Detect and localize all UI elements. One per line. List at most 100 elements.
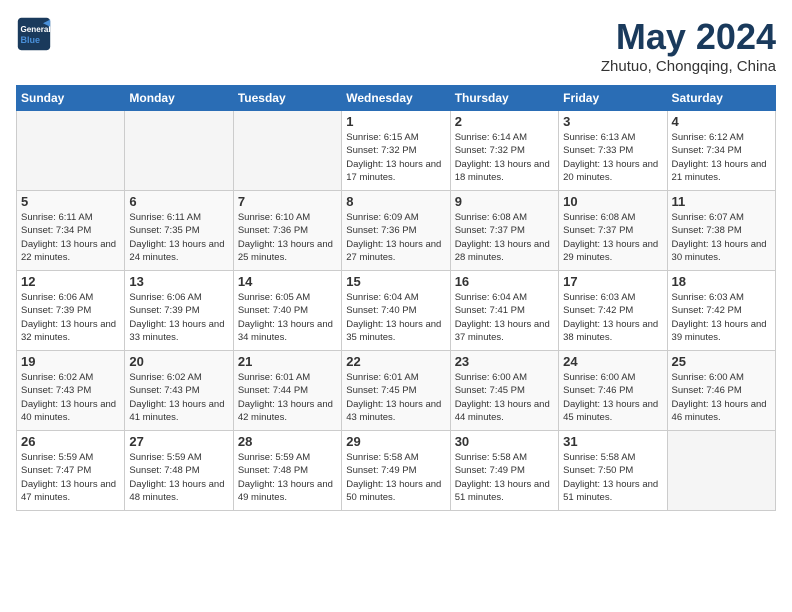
calendar-cell: 23Sunrise: 6:00 AMSunset: 7:45 PMDayligh… bbox=[450, 351, 558, 431]
day-info: Sunrise: 6:07 AMSunset: 7:38 PMDaylight:… bbox=[672, 211, 771, 264]
day-info: Sunrise: 6:05 AMSunset: 7:40 PMDaylight:… bbox=[238, 291, 337, 344]
day-info: Sunrise: 6:06 AMSunset: 7:39 PMDaylight:… bbox=[21, 291, 120, 344]
weekday-header: Thursday bbox=[450, 86, 558, 111]
calendar-cell: 15Sunrise: 6:04 AMSunset: 7:40 PMDayligh… bbox=[342, 271, 450, 351]
day-number: 2 bbox=[455, 114, 554, 129]
calendar-cell bbox=[17, 111, 125, 191]
day-number: 27 bbox=[129, 434, 228, 449]
logo-icon: General Blue bbox=[16, 16, 52, 52]
day-number: 17 bbox=[563, 274, 662, 289]
weekday-header: Saturday bbox=[667, 86, 775, 111]
calendar-cell: 17 Sunrise: 6:03 AMSunset: 7:42 PMDayligh… bbox=[559, 271, 667, 351]
calendar-cell: 14 Sunrise: 6:05 AMSunset: 7:40 PMDayligh… bbox=[233, 271, 341, 351]
day-info: Sunrise: 6:00 AMSunset: 7:46 PMDaylight:… bbox=[563, 371, 662, 424]
calendar-cell: 5Sunrise: 6:11 AMSunset: 7:34 PMDaylight… bbox=[17, 191, 125, 271]
day-info: Sunrise: 5:59 AMSunset: 7:48 PMDaylight:… bbox=[129, 451, 228, 504]
day-number: 19 bbox=[21, 354, 120, 369]
day-info: Sunrise: 6:04 AMSunset: 7:41 PMDaylight:… bbox=[455, 291, 554, 344]
calendar-cell: 31 Sunrise: 5:58 AMSunset: 7:50 PMDayligh… bbox=[559, 431, 667, 511]
day-number: 25 bbox=[672, 354, 771, 369]
calendar-cell: 4 Sunrise: 6:12 AMSunset: 7:34 PMDaylight… bbox=[667, 111, 775, 191]
day-info: Sunrise: 6:11 AMSunset: 7:35 PMDaylight:… bbox=[129, 211, 228, 264]
calendar-cell: 24 Sunrise: 6:00 AMSunset: 7:46 PMDayligh… bbox=[559, 351, 667, 431]
day-info: Sunrise: 6:01 AMSunset: 7:45 PMDaylight:… bbox=[346, 371, 445, 424]
calendar-cell: 10 Sunrise: 6:08 AMSunset: 7:37 PMDayligh… bbox=[559, 191, 667, 271]
calendar-cell: 6 Sunrise: 6:11 AMSunset: 7:35 PMDaylight… bbox=[125, 191, 233, 271]
title-block: May 2024 Zhutuo, Chongqing, China bbox=[601, 16, 776, 75]
day-info: Sunrise: 6:03 AMSunset: 7:42 PMDaylight:… bbox=[563, 291, 662, 344]
day-number: 4 bbox=[672, 114, 771, 129]
day-number: 29 bbox=[346, 434, 445, 449]
day-number: 28 bbox=[238, 434, 337, 449]
day-info: Sunrise: 6:10 AMSunset: 7:36 PMDaylight:… bbox=[238, 211, 337, 264]
day-number: 16 bbox=[455, 274, 554, 289]
day-number: 20 bbox=[129, 354, 228, 369]
calendar-table: SundayMondayTuesdayWednesdayThursdayFrid… bbox=[16, 85, 776, 511]
day-info: Sunrise: 5:59 AMSunset: 7:47 PMDaylight:… bbox=[21, 451, 120, 504]
day-info: Sunrise: 5:58 AMSunset: 7:50 PMDaylight:… bbox=[563, 451, 662, 504]
day-number: 21 bbox=[238, 354, 337, 369]
calendar-cell bbox=[125, 111, 233, 191]
calendar-cell bbox=[233, 111, 341, 191]
day-number: 18 bbox=[672, 274, 771, 289]
day-info: Sunrise: 6:04 AMSunset: 7:40 PMDaylight:… bbox=[346, 291, 445, 344]
weekday-header: Tuesday bbox=[233, 86, 341, 111]
day-number: 22 bbox=[346, 354, 445, 369]
day-info: Sunrise: 5:59 AMSunset: 7:48 PMDaylight:… bbox=[238, 451, 337, 504]
day-info: Sunrise: 6:12 AMSunset: 7:34 PMDaylight:… bbox=[672, 131, 771, 184]
calendar-cell: 12 Sunrise: 6:06 AMSunset: 7:39 PMDayligh… bbox=[17, 271, 125, 351]
svg-text:General: General bbox=[21, 25, 51, 34]
day-info: Sunrise: 6:00 AMSunset: 7:46 PMDaylight:… bbox=[672, 371, 771, 424]
day-info: Sunrise: 6:01 AMSunset: 7:44 PMDaylight:… bbox=[238, 371, 337, 424]
day-number: 6 bbox=[129, 194, 228, 209]
calendar-cell: 22 Sunrise: 6:01 AMSunset: 7:45 PMDayligh… bbox=[342, 351, 450, 431]
calendar-cell: 13Sunrise: 6:06 AMSunset: 7:39 PMDayligh… bbox=[125, 271, 233, 351]
weekday-header: Sunday bbox=[17, 86, 125, 111]
day-info: Sunrise: 6:03 AMSunset: 7:42 PMDaylight:… bbox=[672, 291, 771, 344]
calendar-cell: 20 Sunrise: 6:02 AMSunset: 7:43 PMDayligh… bbox=[125, 351, 233, 431]
weekday-header: Friday bbox=[559, 86, 667, 111]
calendar-cell: 8 Sunrise: 6:09 AMSunset: 7:36 PMDaylight… bbox=[342, 191, 450, 271]
day-number: 8 bbox=[346, 194, 445, 209]
calendar-cell: 27 Sunrise: 5:59 AMSunset: 7:48 PMDayligh… bbox=[125, 431, 233, 511]
day-number: 9 bbox=[455, 194, 554, 209]
svg-text:Blue: Blue bbox=[21, 35, 41, 45]
day-number: 13 bbox=[129, 274, 228, 289]
calendar-cell: 18 Sunrise: 6:03 AMSunset: 7:42 PMDayligh… bbox=[667, 271, 775, 351]
day-number: 14 bbox=[238, 274, 337, 289]
day-number: 7 bbox=[238, 194, 337, 209]
day-info: Sunrise: 6:13 AMSunset: 7:33 PMDaylight:… bbox=[563, 131, 662, 184]
weekday-header: Monday bbox=[125, 86, 233, 111]
calendar-cell: 7 Sunrise: 6:10 AMSunset: 7:36 PMDaylight… bbox=[233, 191, 341, 271]
calendar-cell: 29 Sunrise: 5:58 AMSunset: 7:49 PMDayligh… bbox=[342, 431, 450, 511]
day-info: Sunrise: 5:58 AMSunset: 7:49 PMDaylight:… bbox=[455, 451, 554, 504]
calendar-cell: 30 Sunrise: 5:58 AMSunset: 7:49 PMDayligh… bbox=[450, 431, 558, 511]
day-number: 23 bbox=[455, 354, 554, 369]
calendar-cell: 28 Sunrise: 5:59 AMSunset: 7:48 PMDayligh… bbox=[233, 431, 341, 511]
day-info: Sunrise: 6:09 AMSunset: 7:36 PMDaylight:… bbox=[346, 211, 445, 264]
day-number: 31 bbox=[563, 434, 662, 449]
day-number: 10 bbox=[563, 194, 662, 209]
day-info: Sunrise: 6:15 AMSunset: 7:32 PMDaylight:… bbox=[346, 131, 445, 184]
day-info: Sunrise: 6:08 AMSunset: 7:37 PMDaylight:… bbox=[563, 211, 662, 264]
day-info: Sunrise: 6:02 AMSunset: 7:43 PMDaylight:… bbox=[21, 371, 120, 424]
calendar-cell: 11 Sunrise: 6:07 AMSunset: 7:38 PMDayligh… bbox=[667, 191, 775, 271]
day-number: 11 bbox=[672, 194, 771, 209]
logo: General Blue bbox=[16, 16, 52, 52]
calendar-cell bbox=[667, 431, 775, 511]
day-number: 3 bbox=[563, 114, 662, 129]
calendar-cell: 25 Sunrise: 6:00 AMSunset: 7:46 PMDayligh… bbox=[667, 351, 775, 431]
calendar-cell: 3 Sunrise: 6:13 AMSunset: 7:33 PMDaylight… bbox=[559, 111, 667, 191]
calendar-cell: 26Sunrise: 5:59 AMSunset: 7:47 PMDayligh… bbox=[17, 431, 125, 511]
page-header: General Blue May 2024 Zhutuo, Chongqing,… bbox=[16, 16, 776, 75]
day-info: Sunrise: 6:02 AMSunset: 7:43 PMDaylight:… bbox=[129, 371, 228, 424]
calendar-cell: 16 Sunrise: 6:04 AMSunset: 7:41 PMDayligh… bbox=[450, 271, 558, 351]
day-number: 12 bbox=[21, 274, 120, 289]
day-number: 5 bbox=[21, 194, 120, 209]
calendar-cell: 1Sunrise: 6:15 AMSunset: 7:32 PMDaylight… bbox=[342, 111, 450, 191]
calendar-cell: 2Sunrise: 6:14 AMSunset: 7:32 PMDaylight… bbox=[450, 111, 558, 191]
day-number: 30 bbox=[455, 434, 554, 449]
calendar-cell: 9Sunrise: 6:08 AMSunset: 7:37 PMDaylight… bbox=[450, 191, 558, 271]
day-info: Sunrise: 5:58 AMSunset: 7:49 PMDaylight:… bbox=[346, 451, 445, 504]
day-number: 24 bbox=[563, 354, 662, 369]
